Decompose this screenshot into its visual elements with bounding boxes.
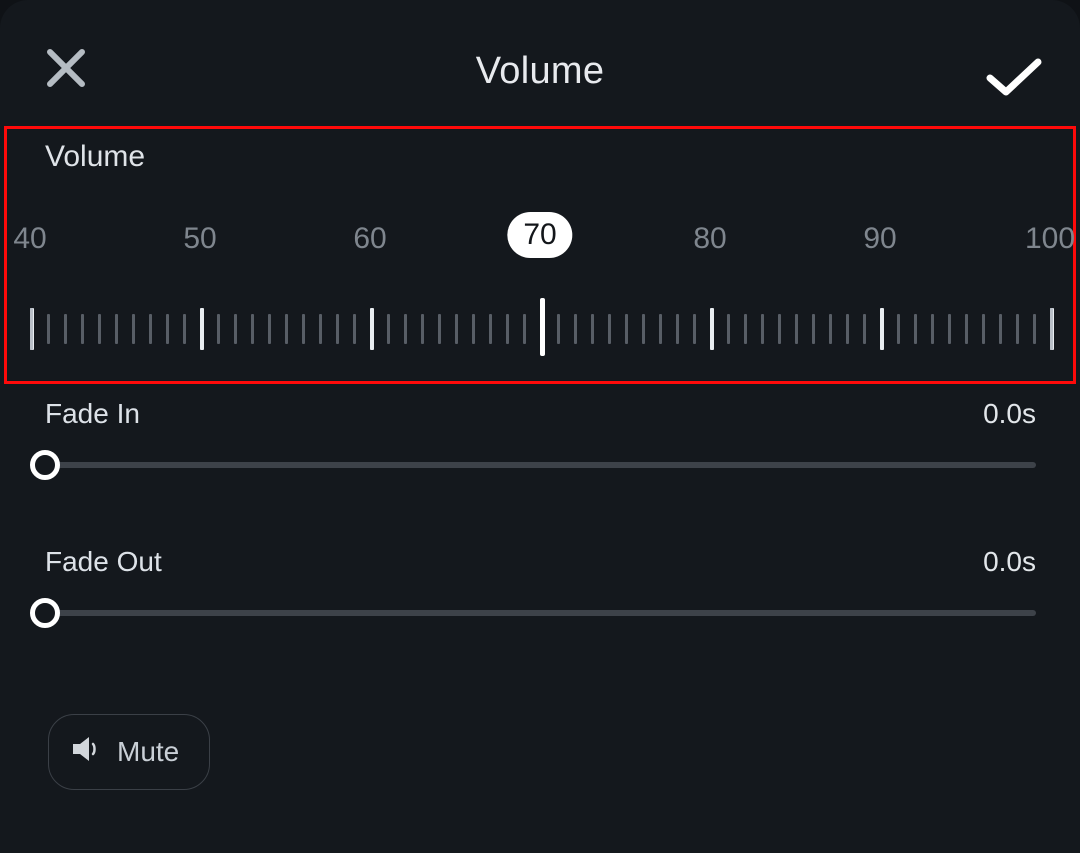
ruler-edge-tick [30,308,33,350]
ruler-label: 80 [693,222,726,256]
ruler-tick [931,314,934,344]
fade-in-label: Fade In [45,398,140,430]
ruler-labels: 40 50 60 70 80 90 100 [0,200,1080,286]
volume-section-label: Volume [45,140,145,174]
ruler-tick [591,314,594,344]
close-button[interactable] [44,46,88,90]
ruler-label: 60 [353,222,386,256]
ruler-tick [217,314,220,344]
ruler-edge-tick [1050,308,1053,350]
ruler-tick [489,314,492,344]
ruler-tick [642,314,645,344]
ruler-tick [81,314,84,344]
ruler-tick [812,314,815,344]
ruler-tick [880,308,884,350]
ruler-tick [64,314,67,344]
ruler-tick [710,308,714,350]
ruler-tick [914,314,917,344]
ruler-tick [625,314,628,344]
ruler-label: 90 [863,222,896,256]
ruler-tick [897,314,900,344]
ruler-tick [506,314,509,344]
ruler-ticks [0,296,1080,356]
ruler-tick [200,308,204,350]
fade-in-slider[interactable] [45,462,1036,468]
ruler-tick [744,314,747,344]
ruler-tick [166,314,169,344]
ruler-tick [387,314,390,344]
ruler-tick [336,314,339,344]
volume-ruler[interactable]: 40 50 60 70 80 90 100 [0,200,1080,380]
ruler-tick [829,314,832,344]
ruler-tick [404,314,407,344]
ruler-tick [353,314,356,344]
close-icon [44,77,88,94]
ruler-label-current: 70 [507,212,572,258]
fade-out-row: Fade Out 0.0s [45,546,1036,578]
fade-out-slider-thumb[interactable] [30,598,60,628]
panel-header: Volume [0,0,1080,110]
ruler-tick [795,314,798,344]
ruler-tick [455,314,458,344]
ruler-tick [608,314,611,344]
ruler-tick [727,314,730,344]
ruler-tick [47,314,50,344]
ruler-tick [761,314,764,344]
fade-in-row: Fade In 0.0s [45,398,1036,430]
ruler-tick [1016,314,1019,344]
ruler-tick [676,314,679,344]
ruler-tick [1033,314,1036,344]
check-icon [986,85,1042,102]
fade-out-label: Fade Out [45,546,162,578]
ruler-tick [846,314,849,344]
ruler-tick [132,314,135,344]
fade-out-slider[interactable] [45,610,1036,616]
ruler-tick [149,314,152,344]
ruler-tick [251,314,254,344]
ruler-tick [965,314,968,344]
ruler-tick [472,314,475,344]
volume-panel: Volume Volume 40 50 60 70 80 90 100 Fade In 0.… [0,0,1080,853]
fade-in-section: Fade In 0.0s [45,398,1036,468]
ruler-label: 100 [1025,222,1075,256]
ruler-tick [948,314,951,344]
fade-in-slider-thumb[interactable] [30,450,60,480]
ruler-tick [693,314,696,344]
speaker-icon [69,732,103,773]
ruler-tick [438,314,441,344]
ruler-tick [982,314,985,344]
ruler-tick [540,298,545,356]
ruler-tick [268,314,271,344]
ruler-tick [234,314,237,344]
fade-out-section: Fade Out 0.0s [45,546,1036,616]
ruler-tick [999,314,1002,344]
ruler-label: 40 [13,222,46,256]
ruler-tick [778,314,781,344]
mute-button[interactable]: Mute [48,714,210,790]
ruler-tick [285,314,288,344]
fade-in-value: 0.0s [983,398,1036,430]
ruler-tick [557,314,560,344]
panel-title: Volume [476,50,605,93]
ruler-tick [523,314,526,344]
ruler-tick [370,308,374,350]
fade-out-value: 0.0s [983,546,1036,578]
ruler-tick [319,314,322,344]
ruler-label: 50 [183,222,216,256]
ruler-tick [302,314,305,344]
ruler-tick [421,314,424,344]
ruler-tick [863,314,866,344]
mute-label: Mute [117,736,179,768]
ruler-tick [574,314,577,344]
ruler-tick [115,314,118,344]
confirm-button[interactable] [986,58,1042,98]
ruler-tick [659,314,662,344]
ruler-tick [183,314,186,344]
ruler-tick [98,314,101,344]
